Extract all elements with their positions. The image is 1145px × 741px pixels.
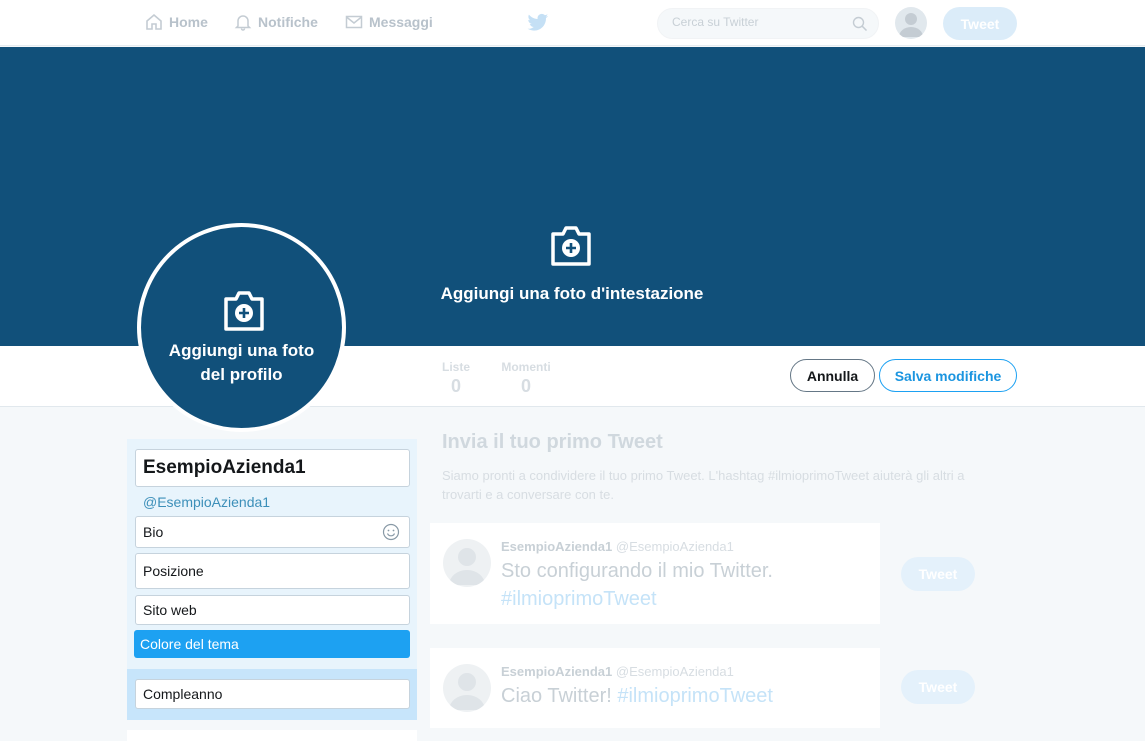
theme-color-selector[interactable]: Colore del tema [134,630,410,658]
stat-lists-value: 0 [450,376,461,396]
nav-home-label: Home [169,14,208,30]
save-changes-button[interactable]: Salva modifiche [879,359,1017,392]
tweet-avatar [443,664,491,712]
website-placeholder: Sito web [143,602,197,618]
panel-footer [127,730,417,741]
profile-handle: @EsempioAzienda1 [143,494,271,510]
twitter-bird-icon[interactable] [527,13,549,33]
tweet-hashtag[interactable]: #ilmioprimoTweet [617,685,773,707]
tweet-suggestion-button[interactable]: Tweet [901,557,975,591]
default-avatar-icon [899,13,923,37]
add-header-photo-label[interactable]: Aggiungi una foto d'intestazione [372,284,772,304]
bell-icon [234,15,252,31]
add-profile-photo-line2: del profilo [200,365,283,384]
name-value: EsempioAzienda1 [143,457,306,478]
camera-plus-icon [224,291,264,331]
user-avatar[interactable] [895,7,927,39]
theme-color-label: Colore del tema [140,636,239,652]
website-field[interactable]: Sito web [135,595,410,625]
stat-moments[interactable]: Momenti 0 [500,360,552,397]
search-box[interactable] [657,8,879,39]
default-avatar-icon [449,548,485,585]
stat-moments-label: Momenti [501,360,551,374]
tweet-suggestion-card: EsempioAzienda1 @EsempioAzienda1 Ciao Tw… [430,648,880,728]
nav-messages-label: Messaggi [369,14,433,30]
tweet-hashtag[interactable]: #ilmioprimoTweet [501,588,657,610]
profile-photo-area[interactable]: Aggiungi una foto del profilo [137,223,346,432]
add-profile-photo-line1: Aggiungi una foto [168,341,315,360]
tweet-body: Sto configurando il mio Twitter. [501,560,773,582]
first-tweet-title: Invia il tuo primo Tweet [442,431,663,453]
name-field[interactable]: EsempioAzienda1 [135,449,410,487]
tweet-header: EsempioAzienda1 @EsempioAzienda1 [501,539,734,554]
stat-lists-label: Liste [442,360,471,374]
stat-moments-value: 0 [520,376,531,396]
nav-notifications[interactable]: Notifiche [234,13,318,31]
top-navigation: Home Notifiche Messaggi Tweet [0,0,1145,46]
first-tweet-description: Siamo pronti a condividere il tuo primo … [442,468,965,502]
default-avatar-icon [449,673,485,710]
emoji-icon[interactable] [382,523,400,541]
tweet-author-handle: @EsempioAzienda1 [615,539,734,554]
tweet-author-name: EsempioAzienda1 [501,539,613,554]
nav-messages[interactable]: Messaggi [345,13,433,31]
tweet-button[interactable]: Tweet [943,7,1017,40]
tweet-suggestion-card: EsempioAzienda1 @EsempioAzienda1 Sto con… [430,523,880,624]
search-input[interactable] [672,15,842,29]
camera-plus-icon[interactable] [549,222,593,268]
search-icon[interactable] [852,16,868,32]
birthday-label: Compleanno [143,686,223,702]
location-placeholder: Posizione [143,563,204,579]
bio-field[interactable]: Bio [135,516,410,548]
tweet-avatar [443,539,491,587]
tweet-body: Ciao Twitter! [501,685,612,707]
tweet-author-handle: @EsempioAzienda1 [615,664,734,679]
nav-notifications-label: Notifiche [258,14,318,30]
envelope-icon [345,15,363,29]
tweet-author-name: EsempioAzienda1 [501,664,613,679]
cancel-button[interactable]: Annulla [790,359,875,392]
nav-home[interactable]: Home [145,13,208,31]
stat-lists[interactable]: Liste 0 [442,360,470,397]
tweet-header: EsempioAzienda1 @EsempioAzienda1 [501,664,734,679]
tweet-text: Ciao Twitter! #ilmioprimoTweet [501,682,773,710]
birthday-field[interactable]: Compleanno [135,679,410,709]
add-profile-photo-label: Aggiungi una foto del profilo [141,339,342,387]
bio-placeholder: Bio [143,524,164,540]
tweet-suggestion-button[interactable]: Tweet [901,670,975,704]
home-icon [146,13,162,30]
location-field[interactable]: Posizione [135,553,410,589]
tweet-text: Sto configurando il mio Twitter. #ilmiop… [501,557,773,613]
